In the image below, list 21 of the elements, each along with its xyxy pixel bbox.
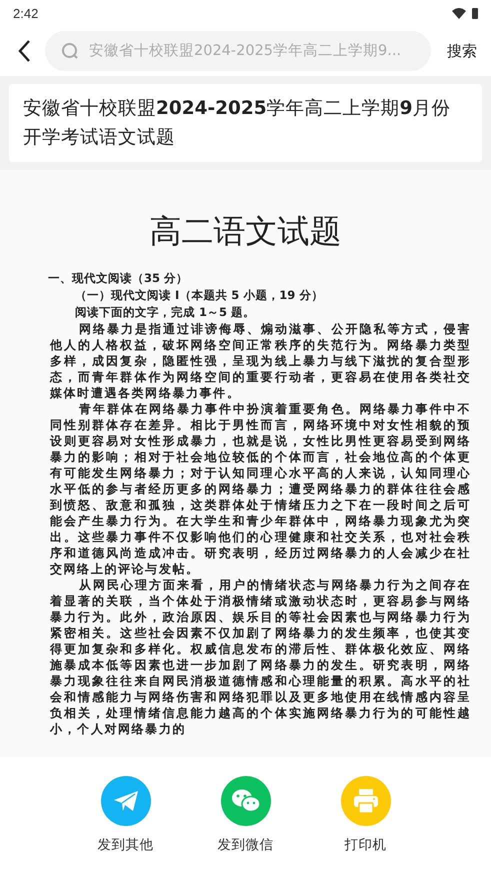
printer-icon: [352, 788, 378, 814]
share-action[interactable]: 发到其他: [90, 776, 162, 872]
paragraph: 青年群体在网络暴力事件中扮演着重要角色。网络暴力事件中不同性别群体存在差异。相比于男性而言，网络环境中对女性相貌的预设则更容易对女性形成暴力，也就是说，女性比男性更容易受到网络暴力的影响；相对于社会地位较低的个体而言，社会地位高的个体更有可能发生网络暴力；对于认知同理心水平高的人来说，认知同理心水平低的参与者经历更多的网络暴力；遭受网络暴力的群体往往会感到愤怒、敌意和孤独，这类群体处于情绪压力之下在一段时间之后可能会产生暴力行为。在大学生和青少年群体中，网络暴力现象尤为突出。这些暴力事件不仅影响他们的心理健康和社交关系，也对社会秩序和道德风尚造成冲击。研究表明，经历过网络暴力的人会减少在社交网络上的评论与发帖。: [50, 401, 471, 577]
battery-icon: [472, 7, 478, 19]
search-icon: [61, 42, 79, 60]
back-icon[interactable]: [17, 39, 31, 63]
instruction-text: 阅读下面的文字，完成 1～5 题。: [75, 304, 256, 321]
share-action[interactable]: 打印机: [330, 776, 402, 872]
subsection-heading: （一）现代文阅读 I（本题共 5 小题，19 分）: [75, 287, 324, 304]
chat-bubbles-icon: [230, 788, 260, 814]
status-time: 2:42: [13, 6, 38, 20]
document-title: 安徽省十校联盟2024-2025学年高二上学期9月份开学考试语文试题: [23, 98, 451, 148]
paper-plane-icon: [112, 790, 138, 812]
section-heading: 一、现代文阅读（35 分）: [48, 270, 190, 287]
paragraph: 从网民心理方面来看，用户的情绪状态与网络暴力行为之间存在着显著的关联，当个体处于消极情绪或激动状态时，更容易参与网络暴力行为。此外，政治原因、娱乐目的等社会因素也与网络暴力行为紧密相关。这些社会因素不仅加剧了网络暴力的发生频率，也使其变得更加复杂和多样化。权威信息发布的滞后性、群体极化效应、网络施暴成本低等因素也进一步加剧了网络暴力的发生。研究表明，网络暴力现象往往来自网民消极道德情感和心理能量的积累。高水平的社会和情感能力与网络伤害和网络犯罪以及更多地使用在线情感内容呈负相关，处理情绪信息能力越高的个体实施网络暴力行为的可能性越小，个人对网络暴力的: [50, 577, 471, 737]
wifi-icon: [452, 8, 466, 18]
search-field[interactable]: 安徽省十校联盟2024-2025学年高二上学期9...: [45, 31, 431, 71]
document-heading: 高二语文试题: [148, 211, 342, 252]
search-button[interactable]: 搜索: [445, 40, 479, 62]
share-action[interactable]: 发到微信: [210, 776, 282, 872]
paragraph: 网络暴力是指通过诽谤侮辱、煽动滋事、公开隐私等方式，侵害他人的人格权益，破坏网络空间正常秩序的失范行为。网络暴力类型多样，成因复杂，隐匿性强，呈现为线上暴力与线下滋扰的复合型形态，而青年群体作为网络空间的重要行动者，更容易在使用各类社交媒体时遭遇各类网络暴力事件。: [50, 321, 471, 401]
